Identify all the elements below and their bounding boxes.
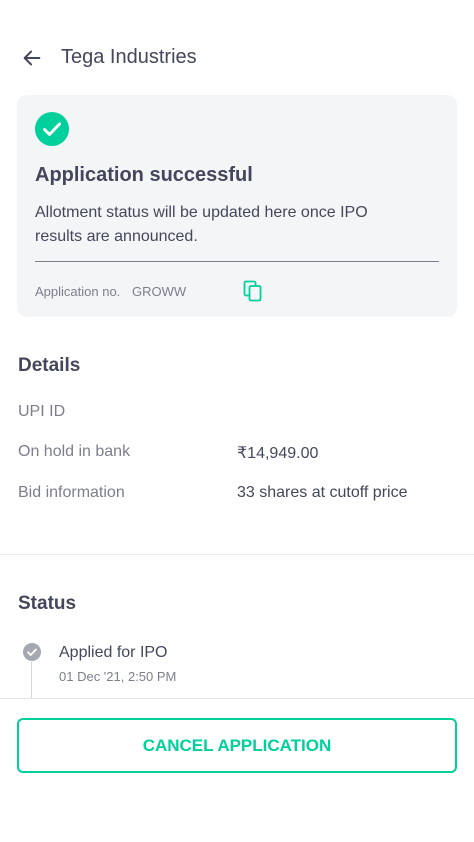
section-divider: [0, 554, 474, 555]
copy-icon[interactable]: [243, 280, 263, 302]
status-heading-section: Status: [18, 593, 77, 614]
bid-information-label: Bid information: [18, 484, 125, 501]
ipo-application-screen: Tega Industries Application successful A…: [0, 0, 474, 842]
status-step-label: Applied for IPO: [59, 644, 168, 661]
on-hold-value: ₹14,949.00: [237, 445, 319, 462]
status-step-time: 01 Dec '21, 2:50 PM: [59, 669, 177, 684]
bid-information-value: 33 shares at cutoff price: [237, 484, 408, 501]
app-header: Tega Industries: [0, 36, 474, 80]
bottom-bar-divider: [0, 698, 474, 699]
status-description: Allotment status will be updated here on…: [35, 204, 368, 245]
card-divider: [35, 261, 439, 262]
check-circle-icon: [35, 112, 69, 146]
back-button[interactable]: [16, 42, 48, 74]
application-number-label: Application no.: [35, 284, 121, 299]
application-number-value: GROWW: [132, 284, 187, 299]
details-heading: Details: [18, 355, 81, 376]
cancel-application-button[interactable]: CANCEL APPLICATION: [17, 718, 457, 773]
status-heading: Application successful: [35, 164, 253, 186]
page-title: Tega Industries: [61, 46, 197, 68]
status-timeline-line: [31, 662, 32, 698]
upi-id-label: UPI ID: [18, 403, 66, 420]
application-status-card: Application successful Allotment status …: [17, 95, 457, 317]
arrow-left-icon: [23, 50, 41, 66]
on-hold-label: On hold in bank: [18, 443, 131, 460]
check-circle-icon: [23, 643, 41, 661]
